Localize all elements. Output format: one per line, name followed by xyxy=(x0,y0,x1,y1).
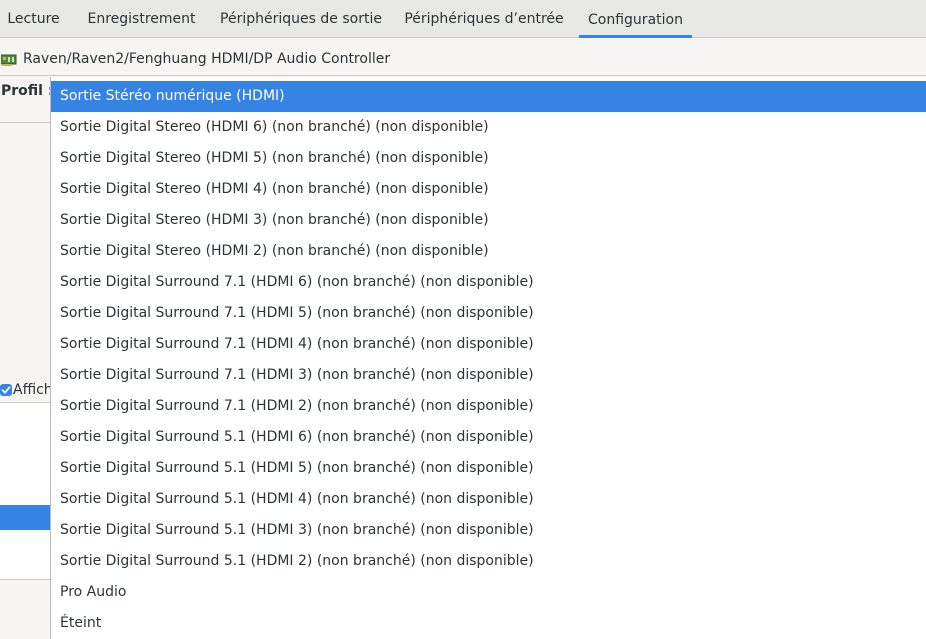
profile-option[interactable]: Sortie Digital Surround 7.1 (HDMI 2) (no… xyxy=(51,391,926,422)
profile-option[interactable]: Sortie Digital Surround 5.1 (HDMI 2) (no… xyxy=(51,546,926,577)
checkbox-checked-icon[interactable] xyxy=(0,384,12,396)
profile-option[interactable]: Sortie Digital Surround 7.1 (HDMI 3) (no… xyxy=(51,360,926,391)
tab-peripheriques-entree[interactable]: Périphériques d’entrée xyxy=(397,0,571,38)
profile-option[interactable]: Sortie Digital Stereo (HDMI 3) (non bran… xyxy=(51,205,926,236)
profile-option[interactable]: Sortie Digital Stereo (HDMI 2) (non bran… xyxy=(51,236,926,267)
profile-option[interactable]: Éteint xyxy=(51,608,926,639)
profile-option[interactable]: Sortie Digital Stereo (HDMI 4) (non bran… xyxy=(51,174,926,205)
profile-label: Profil : xyxy=(1,83,54,99)
profile-option[interactable]: Sortie Digital Surround 7.1 (HDMI 5) (no… xyxy=(51,298,926,329)
tab-peripheriques-sortie[interactable]: Périphériques de sortie xyxy=(213,0,389,38)
show-checkbox-label: Affich xyxy=(13,382,53,398)
profile-option[interactable]: Sortie Digital Surround 5.1 (HDMI 3) (no… xyxy=(51,515,926,546)
tab-bar: Lecture Enregistrement Périphériques de … xyxy=(0,0,926,38)
separator xyxy=(0,75,926,76)
profile-option[interactable]: Sortie Digital Stereo (HDMI 5) (non bran… xyxy=(51,143,926,174)
profile-dropdown-menu: Sortie Stéréo numérique (HDMI) Sortie Di… xyxy=(50,77,926,639)
device-row: Raven/Raven2/Fenghuang HDMI/DP Audio Con… xyxy=(0,48,926,72)
profile-option[interactable]: Pro Audio xyxy=(51,577,926,608)
sound-card-icon xyxy=(0,53,17,67)
profile-option[interactable]: Sortie Digital Surround 5.1 (HDMI 4) (no… xyxy=(51,484,926,515)
profile-option[interactable]: Sortie Digital Stereo (HDMI 6) (non bran… xyxy=(51,112,926,143)
device-name: Raven/Raven2/Fenghuang HDMI/DP Audio Con… xyxy=(23,51,391,67)
profile-option[interactable]: Sortie Digital Surround 5.1 (HDMI 6) (no… xyxy=(51,422,926,453)
profile-option[interactable]: Sortie Digital Surround 5.1 (HDMI 5) (no… xyxy=(51,453,926,484)
port-list-background xyxy=(0,402,52,580)
profile-option[interactable]: Sortie Digital Surround 7.1 (HDMI 4) (no… xyxy=(51,329,926,360)
profile-option[interactable]: Sortie Digital Surround 7.1 (HDMI 6) (no… xyxy=(51,267,926,298)
port-list-selected-row[interactable] xyxy=(0,505,52,530)
separator xyxy=(0,122,52,123)
tab-lecture[interactable]: Lecture xyxy=(0,0,67,38)
tab-enregistrement[interactable]: Enregistrement xyxy=(74,0,209,38)
profile-option[interactable]: Sortie Stéréo numérique (HDMI) xyxy=(51,81,926,112)
tab-configuration[interactable]: Configuration xyxy=(579,0,692,38)
